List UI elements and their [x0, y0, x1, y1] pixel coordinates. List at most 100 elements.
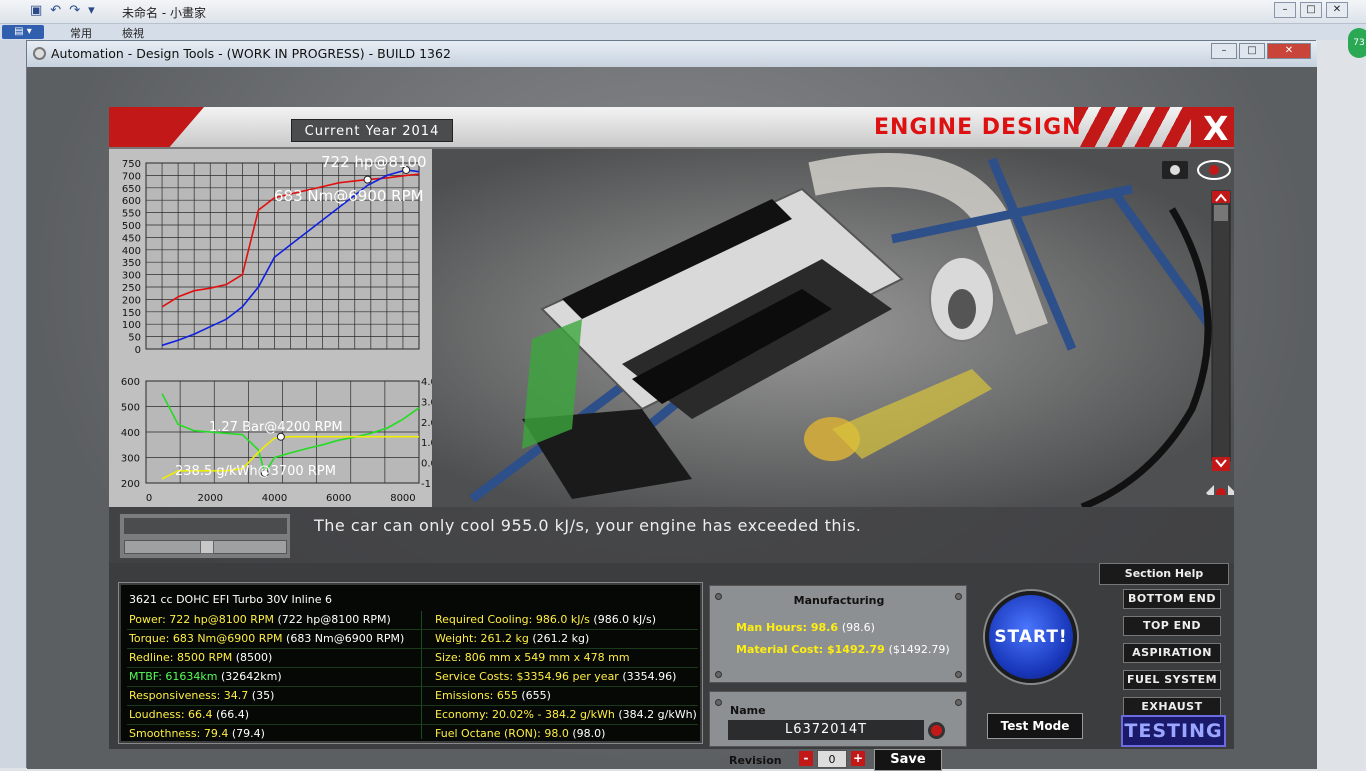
- close-button[interactable]: ✕: [1326, 2, 1348, 18]
- name-panel: Name L6372014T: [709, 691, 967, 747]
- chart2-xtick-label: 4000: [262, 493, 287, 504]
- rivet: [715, 699, 722, 706]
- section-help-button[interactable]: Section Help: [1099, 563, 1229, 585]
- chart1-ytick-label: 200: [122, 295, 141, 306]
- slider-handle[interactable]: [200, 540, 214, 554]
- stat-left-1: Torque: 683 Nm@6900 RPM (683 Nm@6900 RPM…: [129, 632, 405, 645]
- chart2-xtick-label: 2000: [198, 493, 223, 504]
- rivet: [955, 671, 962, 678]
- app-title-bar: Automation - Design Tools - (WORK IN PRO…: [27, 41, 1317, 67]
- stat-left-2: Redline: 8500 RPM (8500): [129, 651, 273, 664]
- tab-home[interactable]: 常用: [70, 25, 92, 41]
- app-maximize-button[interactable]: □: [1239, 43, 1265, 59]
- revision-increment-button[interactable]: +: [851, 751, 865, 766]
- stat-right-3: Service Costs: $3354.96 per year (3354.9…: [435, 670, 677, 683]
- chart2-xtick-label: 6000: [326, 493, 351, 504]
- app-close-button[interactable]: ✕: [1267, 43, 1311, 59]
- stat-right-6: Fuel Octane (RON): 98.0 (98.0): [435, 727, 606, 740]
- paint-window-title: 未命名 - 小畫家: [122, 6, 206, 20]
- chart2-xtick-label: 8000: [390, 493, 415, 504]
- undo-icon[interactable]: ↶: [50, 3, 61, 18]
- engine-render: [469, 153, 1216, 507]
- chart1-ytick-label: 50: [128, 333, 141, 344]
- app-minimize-button[interactable]: –: [1211, 43, 1237, 59]
- revision-value: 0: [817, 750, 847, 768]
- section-buttons: BOTTOM END TOP END ASPIRATION FUEL SYSTEM EX…: [1109, 589, 1229, 717]
- chart1-ytick-label: 100: [122, 320, 141, 331]
- name-label: Name: [730, 704, 766, 717]
- minimize-button[interactable]: –: [1274, 2, 1296, 18]
- material-cost: Material Cost: $1492.79 ($1492.79): [736, 643, 950, 656]
- chart2-ytick-left-label: 400: [121, 428, 140, 439]
- section-button-top-end[interactable]: TOP END: [1123, 616, 1221, 636]
- engine-curves-chart: 7507006506005505004504003503002502001501…: [109, 149, 432, 507]
- maximize-button[interactable]: □: [1300, 2, 1322, 18]
- message-bar: The car can only cool 955.0 kJ/s, your e…: [109, 507, 1234, 563]
- chart1-ytick-label: 650: [122, 184, 141, 195]
- app-window-title: Automation - Design Tools - (WORK IN PRO…: [51, 46, 451, 61]
- test-mode-button[interactable]: Test Mode: [987, 713, 1083, 739]
- header-accent-left: [109, 107, 204, 147]
- paint-ribbon: ▤ ▾ 常用 檢視: [0, 24, 1366, 40]
- tab-view[interactable]: 檢視: [122, 25, 144, 41]
- stat-right-4: Emissions: 655 (655): [435, 689, 551, 702]
- save-icon[interactable]: ▣: [30, 3, 42, 18]
- chart2-ytick-right-label: 4.0: [421, 377, 432, 388]
- dropdown-icon[interactable]: ▾: [88, 3, 95, 18]
- engine-design-title: ENGINE DESIGN: [874, 115, 1082, 140]
- engine-stats-panel: 3621 cc DOHC EFI Turbo 30V Inline 6 Powe…: [118, 582, 703, 744]
- close-icon[interactable]: X: [1203, 109, 1228, 147]
- rivet: [715, 671, 722, 678]
- revision-label: Revision: [729, 754, 782, 767]
- chart1-ytick-label: 750: [122, 159, 141, 170]
- section-button-aspiration[interactable]: ASPIRATION: [1123, 643, 1221, 663]
- chart2-boost-annotation: 1.27 Bar@4200 RPM: [209, 420, 343, 435]
- chart1-ytick-label: 550: [122, 209, 141, 220]
- slider-track-top: [124, 518, 287, 534]
- chart1-ytick-label: 450: [122, 233, 141, 244]
- section-button-exhaust[interactable]: EXHAUST: [1123, 697, 1221, 717]
- game-scene: Current Year 2014 ENGINE DESIGN X 750 700…: [27, 67, 1317, 771]
- stats-row-divider: [127, 705, 698, 706]
- chart1-ytick-label: 400: [122, 246, 141, 257]
- man-hours: Man Hours: 98.6 (98.6): [736, 621, 875, 634]
- redo-icon[interactable]: ↷: [69, 3, 80, 18]
- chart1-torque-annotation: 683 Nm@6900 RPM: [274, 187, 424, 205]
- warning-message: The car can only cool 955.0 kJ/s, your e…: [314, 516, 862, 535]
- revision-stepper: - 0 +: [799, 749, 867, 769]
- paint-menu-button[interactable]: ▤ ▾: [2, 25, 44, 39]
- engine-name-input[interactable]: L6372014T: [728, 720, 924, 740]
- testing-button[interactable]: TESTING: [1121, 715, 1226, 747]
- engine-3d-view[interactable]: [432, 149, 1234, 507]
- stat-right-0: Required Cooling: 986.0 kJ/s (986.0 kJ/s…: [435, 613, 657, 626]
- slider-track[interactable]: [124, 540, 287, 554]
- app-icon: [33, 47, 46, 60]
- stat-right-2: Size: 806 mm x 549 mm x 478 mm: [435, 651, 630, 664]
- paint-window-controls: – □ ✕: [1274, 2, 1348, 18]
- chart1-ytick-label: 250: [122, 283, 141, 294]
- chart2-xtick-label: 0: [146, 493, 152, 504]
- paint-title-bar: ▣ ↶ ↷ ▾ 未命名 - 小畫家 – □ ✕: [0, 0, 1366, 24]
- section-button-fuel-system[interactable]: FUEL SYSTEM: [1123, 670, 1221, 690]
- chart1-peak-torque-marker: [363, 175, 372, 184]
- chart2-ytick-right-label: 0.0: [421, 459, 432, 470]
- chart2-ytick-right-label: -1.0: [421, 479, 432, 490]
- stats-row-divider: [127, 686, 698, 687]
- chart1-ytick-label: 300: [122, 271, 141, 282]
- section-button-bottom-end[interactable]: BOTTOM END: [1123, 589, 1221, 609]
- start-button[interactable]: START!: [985, 591, 1077, 683]
- rivet: [955, 699, 962, 706]
- randomize-name-icon[interactable]: [928, 722, 945, 739]
- manufacturing-panel: Manufacturing Man Hours: 98.6 (98.6) Mat…: [709, 585, 967, 683]
- message-slider[interactable]: [119, 513, 291, 559]
- chart2-ytick-left-label: 300: [121, 454, 140, 465]
- revision-decrement-button[interactable]: -: [799, 751, 813, 766]
- stat-left-4: Responsiveness: 34.7 (35): [129, 689, 275, 702]
- chart1-ytick-label: 500: [122, 221, 141, 232]
- panel-header: Current Year 2014 ENGINE DESIGN X: [109, 107, 1234, 149]
- manufacturing-title: Manufacturing: [793, 594, 885, 607]
- paint-canvas-margin: [0, 40, 26, 768]
- chart2-ytick-left-label: 500: [121, 403, 140, 414]
- chart2-ytick-left-label: 200: [121, 479, 140, 490]
- rivet: [715, 593, 722, 600]
